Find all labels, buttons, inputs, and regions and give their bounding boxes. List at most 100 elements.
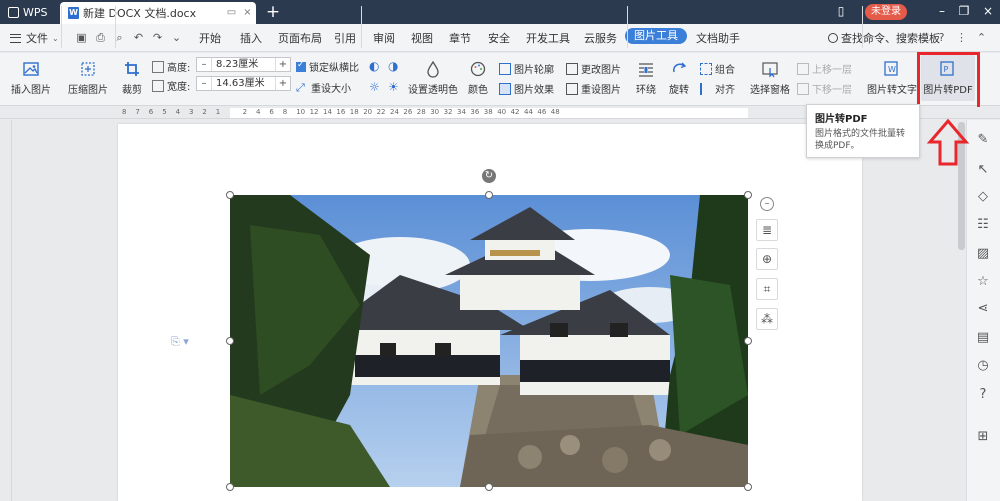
save-icon[interactable]: ▣ [75,31,88,44]
resize-handle-top-right[interactable] [744,191,752,199]
ruler-tick-label: 28 [416,108,426,116]
decrease-brightness-icon[interactable]: ☀ [388,80,399,94]
height-value[interactable]: 8.23厘米 [211,58,276,71]
width-decrease-button[interactable]: – [197,78,211,89]
menu-review[interactable]: 审阅 [373,30,395,46]
archive-icon[interactable]: ▤ [974,329,992,347]
print-icon[interactable]: ⎙ [94,31,107,44]
insert-picture-button[interactable]: 插入图片 [8,60,54,96]
menu-cloud[interactable]: 云服务 [584,30,617,46]
height-increase-button[interactable]: + [276,59,290,70]
color-button[interactable]: 颜色 [463,60,493,96]
maximize-icon[interactable]: ❐ [957,4,971,19]
help-icon[interactable]: ? [935,31,948,44]
share-icon[interactable]: ⋖ [974,300,992,318]
resize-handle-left[interactable] [226,337,234,345]
file-menu[interactable]: 文件 ⌄ [10,30,59,46]
customize-quick-access-icon[interactable]: ⌄ [170,31,183,44]
wrap-text-button[interactable]: 环绕 [631,60,661,96]
resize-handle-right[interactable] [744,337,752,345]
height-decrease-button[interactable]: – [197,59,211,70]
redo-icon[interactable]: ↷ [151,31,164,44]
collapse-toolbar-icon[interactable]: – [760,197,774,211]
width-increase-button[interactable]: + [276,78,290,89]
undo-icon[interactable]: ↶ [132,31,145,44]
help-sidebar-icon[interactable]: ? [974,386,992,404]
adjust-icon[interactable]: ☷ [974,216,992,234]
document-tab[interactable]: W 新建 DOCX 文档.docx ▭ × [60,2,256,24]
ruler-tick-label: 46 [537,108,547,116]
ruler-tick-label: 5 [162,108,167,116]
rotate-button[interactable]: 旋转 [664,60,694,96]
menu-view[interactable]: 视图 [411,30,433,46]
inserted-picture[interactable] [230,195,748,487]
picture-effects-icon[interactable]: ⁂ [756,308,778,330]
paragraph-anchor-icon[interactable]: ⎘ ▾ [171,335,189,349]
group-icon [700,62,712,75]
command-search-label: 查找命令、搜索模板 [841,32,940,45]
resize-handle-bottom[interactable] [485,483,493,491]
vertical-ruler [0,120,12,501]
menu-chapter[interactable]: 章节 [449,30,471,46]
resize-handle-top-left[interactable] [226,191,234,199]
resize-handle-bottom-right[interactable] [744,483,752,491]
command-search[interactable]: 查找命令、搜索模板 [828,30,940,46]
collapse-ribbon-icon[interactable]: ⌃ [975,31,988,44]
menu-start[interactable]: 开始 [199,30,221,46]
align-button[interactable]: 对齐 [700,81,735,96]
increase-brightness-icon[interactable]: ☼ [369,80,380,94]
selection-pane-button[interactable]: 选择窗格 [748,60,792,96]
star-icon[interactable]: ☆ [974,273,992,291]
reset-picture-button[interactable]: 重设图片 [566,81,621,96]
rotate-handle-icon[interactable]: ↻ [482,169,496,183]
change-picture-button[interactable]: 更改图片 [566,61,621,76]
reset-size-button[interactable]: ⤢ 重设大小 [296,80,351,95]
shapes-icon[interactable]: ◇ [974,188,992,206]
height-input[interactable]: – 8.23厘米 + [196,57,291,72]
more-options-icon[interactable]: ⋮ [955,31,968,44]
zoom-picture-icon[interactable]: ⊕ [756,248,778,270]
history-icon[interactable]: ◷ [974,357,992,375]
menu-page-layout[interactable]: 页面布局 [278,30,322,46]
crop-button[interactable]: 裁剪 [117,60,147,96]
menu-picture-tools[interactable]: 图片工具 [625,28,687,44]
menu-security[interactable]: 安全 [488,30,510,46]
send-backward-button[interactable]: 下移一层 [797,81,852,96]
pointer-icon[interactable]: ↖ [974,161,992,179]
minimize-icon[interactable]: – [935,4,949,19]
menu-doc-assistant[interactable]: 文档助手 [696,30,740,46]
menu-references[interactable]: 引用 [334,30,356,46]
close-tab-icon[interactable]: × [242,7,253,18]
increase-contrast-icon[interactable]: ◐ [369,59,379,73]
wps-home-tab[interactable]: WPS [0,0,58,24]
ruler-tick-label: 7 [135,108,140,116]
ruler-tick-label: 18 [349,108,359,116]
ruler-tick-label: 24 [390,108,399,116]
apps-grid-icon[interactable]: ⊞ [974,428,992,446]
new-tab-button[interactable]: + [264,2,282,22]
menu-developer[interactable]: 开发工具 [526,30,570,46]
picture-to-text-button[interactable]: W 图片转文字 [866,60,918,96]
lock-aspect-ratio-checkbox[interactable]: 锁定纵横比 [296,59,359,74]
wps-logo-icon [8,6,19,18]
width-input[interactable]: – 14.63厘米 + [196,76,291,91]
login-button[interactable]: 未登录 [865,4,907,20]
tab-menu-icon[interactable]: ▭ [226,7,237,18]
picture-effect-button[interactable]: 图片效果 [499,81,554,96]
set-transparent-color-button[interactable]: 设置透明色 [407,60,459,96]
pen-icon[interactable]: ✎ [974,131,992,149]
crop-picture-icon[interactable]: ⌗ [756,278,778,300]
picture-outline-button[interactable]: 图片轮廓 [499,61,554,76]
image-panel-icon[interactable]: ▨ [974,245,992,263]
width-value[interactable]: 14.63厘米 [211,77,276,90]
menu-insert[interactable]: 插入 [240,30,262,46]
bring-forward-button[interactable]: 上移一层 [797,61,852,76]
resize-handle-bottom-left[interactable] [226,483,234,491]
layout-options-icon[interactable]: ≣ [756,219,778,241]
decrease-contrast-icon[interactable]: ◑ [388,59,398,73]
group-button[interactable]: 组合 [700,61,735,76]
compress-picture-button[interactable]: 压缩图片 [66,60,110,96]
close-window-icon[interactable]: × [981,4,995,19]
resize-handle-top[interactable] [485,191,493,199]
window-mode-icon[interactable]: ▯ [834,4,848,19]
